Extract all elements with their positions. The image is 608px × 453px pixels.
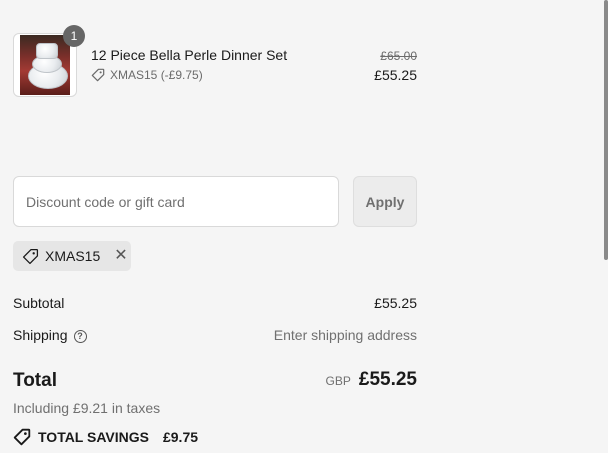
close-icon[interactable]: ✕	[114, 248, 127, 264]
tag-icon	[22, 248, 39, 264]
savings-label: TOTAL SAVINGS	[38, 429, 149, 445]
scrollbar[interactable]	[604, 0, 608, 260]
tag-icon	[91, 68, 105, 82]
subtotal-value: £55.25	[374, 295, 417, 311]
total-savings: TOTAL SAVINGS £9.75	[13, 428, 198, 446]
quantity-badge: 1	[63, 25, 85, 47]
applied-discount-tag: XMAS15 ✕	[13, 241, 131, 271]
question-circle-icon[interactable]: ?	[73, 330, 87, 343]
discount-form: Apply	[13, 176, 417, 227]
discount-code-input[interactable]	[13, 176, 339, 227]
product-thumbnail: 1	[13, 25, 85, 97]
product-title: 12 Piece Bella Perle Dinner Set	[91, 47, 288, 63]
savings-value: £9.75	[162, 429, 199, 445]
currency-code: GBP	[325, 374, 351, 388]
product-image	[20, 35, 70, 95]
tag-icon	[13, 428, 31, 446]
shipping-label: Shipping	[13, 327, 68, 343]
applied-discount-code: XMAS15	[45, 248, 101, 264]
total-label: Total	[13, 370, 57, 391]
subtotal-label: Subtotal	[13, 295, 65, 311]
original-price: £65.00	[380, 49, 417, 63]
taxes-note: Including £9.21 in taxes	[13, 400, 161, 416]
shipping-value: Enter shipping address	[273, 327, 417, 343]
line-item: 1 12 Piece Bella Perle Dinner Set XMAS15…	[13, 25, 417, 97]
apply-button[interactable]: Apply	[353, 176, 417, 227]
product-discount-label: XMAS15 (-£9.75)	[110, 68, 203, 82]
product-discount: XMAS15 (-£9.75)	[91, 68, 203, 82]
total-value: £55.25	[358, 369, 417, 390]
shipping-label-group: Shipping?	[13, 327, 87, 343]
total-amount-group: GBP £55.25	[326, 369, 417, 391]
line-price: £55.25	[374, 67, 417, 83]
